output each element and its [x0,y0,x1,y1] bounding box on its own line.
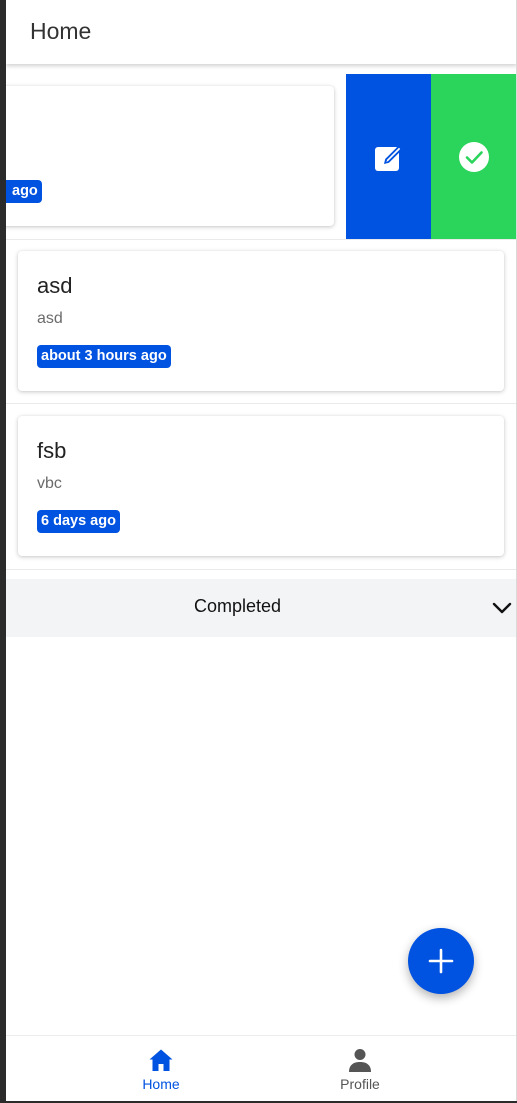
edit-icon [374,144,403,171]
completed-section-toggle[interactable]: Completed [6,579,517,637]
divider [6,403,517,404]
plus-icon [428,948,454,974]
task-card[interactable]: asd asd about 3 hours ago [18,251,504,391]
app-frame: Home ago asd asd about 3 hours ago fsb v… [0,0,517,1103]
task-card[interactable]: fsb vbc 6 days ago [18,416,504,556]
task-time-badge: about 3 hours ago [37,345,171,368]
nav-label-home: Home [142,1076,180,1092]
page-title: Home [30,18,92,44]
divider [6,569,517,570]
task-subtitle: vbc [37,475,62,492]
app-header: Home [6,0,517,64]
completed-section-label: Completed [193,596,282,616]
task-time-badge: 6 days ago [37,510,120,533]
bottom-navigation: Home Profile [6,1035,517,1101]
task-title: fsb [37,438,67,463]
check-circle-icon [459,141,489,172]
nav-label-profile: Profile [340,1076,380,1092]
task-row-swiped: ago [0,64,517,239]
divider [6,239,517,240]
task-card[interactable]: ago [0,86,334,226]
window-edge [0,0,6,1103]
edit-button[interactable] [346,74,431,239]
task-title: asd [37,273,73,298]
complete-button[interactable] [431,74,517,239]
task-subtitle: asd [37,310,63,327]
home-icon [149,1049,173,1071]
chevron-down-icon [492,602,512,614]
person-icon [349,1049,371,1072]
nav-item-profile[interactable]: Profile [305,1036,415,1102]
add-task-button[interactable] [408,928,474,994]
task-time-badge: ago [6,180,42,203]
nav-item-home[interactable]: Home [106,1036,216,1102]
